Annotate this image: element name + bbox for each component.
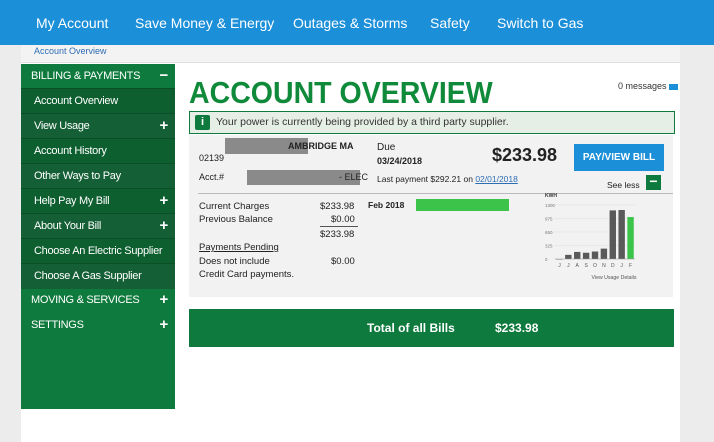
x-tick-label: J (567, 263, 570, 269)
total-label: Total of all Bills (367, 321, 455, 335)
page-title: ACCOUNT OVERVIEW (189, 75, 493, 110)
sidebar-section-label: MOVING & SERVICES (31, 294, 140, 306)
x-tick-label: J (558, 263, 561, 269)
sidebar-section-moving-services[interactable]: MOVING & SERVICES + (21, 288, 175, 313)
payments-pending-note: Does not include (199, 256, 270, 267)
sidebar-section-settings[interactable]: SETTINGS + (21, 313, 175, 338)
sidebar-section-label: BILLING & PAYMENTS (31, 70, 141, 82)
x-tick-label: O (593, 263, 597, 269)
nav-my-account[interactable]: My Account (36, 15, 108, 31)
account-number-label: Acct.# (199, 172, 225, 182)
payments-pending-label: Payments Pending (199, 242, 279, 253)
bill-amount-bar-fill (416, 199, 509, 211)
sidebar-item-label: About Your Bill (34, 220, 102, 232)
usage-bar (618, 209, 625, 259)
sidebar-item-label: Account Overview (34, 95, 118, 107)
usage-bar (627, 217, 634, 259)
usage-bar (609, 210, 616, 259)
sidebar-item-about-your-bill[interactable]: About Your Bill + (21, 213, 175, 239)
expand-icon[interactable]: + (160, 118, 169, 134)
see-less-link[interactable]: See less (607, 180, 640, 190)
payments-pending-value: $0.00 (331, 256, 355, 267)
sidebar-item-view-usage[interactable]: View Usage + (21, 113, 175, 139)
messages-count: 0 messages (618, 81, 667, 91)
expand-icon[interactable]: + (160, 317, 169, 333)
nav-outages-storms[interactable]: Outages & Storms (293, 15, 407, 31)
sidebar-item-other-ways-to-pay[interactable]: Other Ways to Pay (21, 163, 175, 189)
info-icon: i (195, 115, 210, 130)
total-amount: $233.98 (495, 321, 539, 335)
expand-icon[interactable]: + (160, 292, 169, 308)
sum-line (320, 226, 358, 227)
top-navigation: My Account Save Money & Energy Outages &… (0, 0, 714, 45)
sidebar-item-label: Help Pay My Bill (34, 195, 110, 207)
content-container: Account Overview BILLING & PAYMENTS − Ac… (21, 45, 680, 442)
y-tick-label: 325 (545, 244, 553, 249)
y-tick-label: 650 (545, 230, 553, 235)
previous-balance-label: Previous Balance (199, 214, 273, 225)
total-bar: Total of all Bills $233.98 (189, 309, 674, 347)
sidebar-item-label: Account History (34, 145, 107, 157)
view-usage-details-link[interactable]: View Usage Details (592, 275, 637, 281)
nav-save-money-energy[interactable]: Save Money & Energy (135, 15, 274, 31)
x-tick-label: D (611, 263, 615, 269)
usage-chart[interactable]: KWH13009756503250J J A S O N D J FView Usage Det… (521, 193, 641, 287)
usage-bar (591, 251, 599, 259)
breadcrumb[interactable]: Account Overview (34, 46, 107, 56)
sidebar-item-label: Choose An Electric Supplier (34, 245, 163, 257)
last-payment-prefix: Last payment $292.21 on (377, 174, 473, 184)
usage-bar (600, 248, 608, 259)
due-date: 03/24/2018 (377, 156, 423, 166)
current-charges-label: Current Charges (199, 201, 270, 212)
sidebar-item-account-history[interactable]: Account History (21, 138, 175, 164)
balance-total: $233.98 (320, 229, 355, 240)
chart-title: KWH (545, 193, 557, 199)
sidebar-section-label: SETTINGS (31, 319, 84, 331)
x-tick-label: A (576, 263, 580, 269)
bill-month-label: Feb 2018 (368, 200, 405, 210)
breadcrumb-bar: Account Overview (21, 45, 680, 63)
y-tick-label: 1300 (545, 203, 556, 208)
sidebar-section-billing-payments[interactable]: BILLING & PAYMENTS − (21, 64, 175, 89)
info-alert-text: Your power is currently being provided b… (216, 116, 509, 128)
x-tick-label: J (620, 263, 623, 269)
bill-amount-bar (416, 199, 509, 211)
y-tick-label: 0 (545, 257, 548, 262)
last-payment-text: Last payment $292.21 on 02/01/2018 (377, 174, 518, 184)
nav-safety[interactable]: Safety (430, 15, 470, 31)
expand-icon[interactable]: + (160, 218, 169, 234)
sidebar-item-label: View Usage (34, 120, 90, 132)
sidebar-item-label: Other Ways to Pay (34, 170, 121, 182)
current-charges-value: $233.98 (320, 201, 355, 212)
previous-balance-value: $0.00 (331, 214, 355, 225)
account-type: - ELEC (339, 172, 369, 182)
expand-icon[interactable]: + (160, 193, 169, 209)
x-tick-label: N (602, 263, 606, 269)
sidebar: BILLING & PAYMENTS − Account Overview Vi… (21, 64, 175, 409)
payments-pending-note-2: Credit Card payments. (199, 269, 295, 280)
x-tick-label: S (584, 263, 588, 269)
usage-bar (582, 252, 590, 259)
collapse-icon[interactable]: − (160, 68, 169, 84)
sidebar-item-label: Choose A Gas Supplier (34, 270, 142, 282)
sidebar-item-account-overview[interactable]: Account Overview (21, 88, 175, 114)
due-label: Due (377, 142, 396, 153)
collapse-icon[interactable]: − (646, 174, 661, 190)
y-tick-label: 975 (545, 217, 553, 222)
sidebar-item-choose-electric-supplier[interactable]: Choose An Electric Supplier (21, 238, 175, 264)
amount-due: $233.98 (492, 145, 558, 165)
address-suffix: AMBRIDGE MA (288, 141, 354, 151)
envelope-icon (668, 83, 678, 90)
pay-view-bill-button[interactable]: PAY/VIEW BILL (574, 144, 664, 171)
info-alert: i Your power is currently being provided… (189, 111, 675, 134)
sidebar-item-choose-gas-supplier[interactable]: Choose A Gas Supplier (21, 263, 175, 289)
messages-link[interactable]: 0 messages (618, 81, 678, 91)
usage-bar (574, 251, 581, 259)
last-payment-date-link[interactable]: 02/01/2018 (475, 174, 518, 184)
x-tick-label: F (629, 263, 632, 269)
usage-bar (565, 254, 572, 259)
sidebar-item-help-pay-my-bill[interactable]: Help Pay My Bill + (21, 188, 175, 214)
zip-code: 02139 (199, 153, 225, 163)
nav-switch-to-gas[interactable]: Switch to Gas (497, 15, 583, 31)
